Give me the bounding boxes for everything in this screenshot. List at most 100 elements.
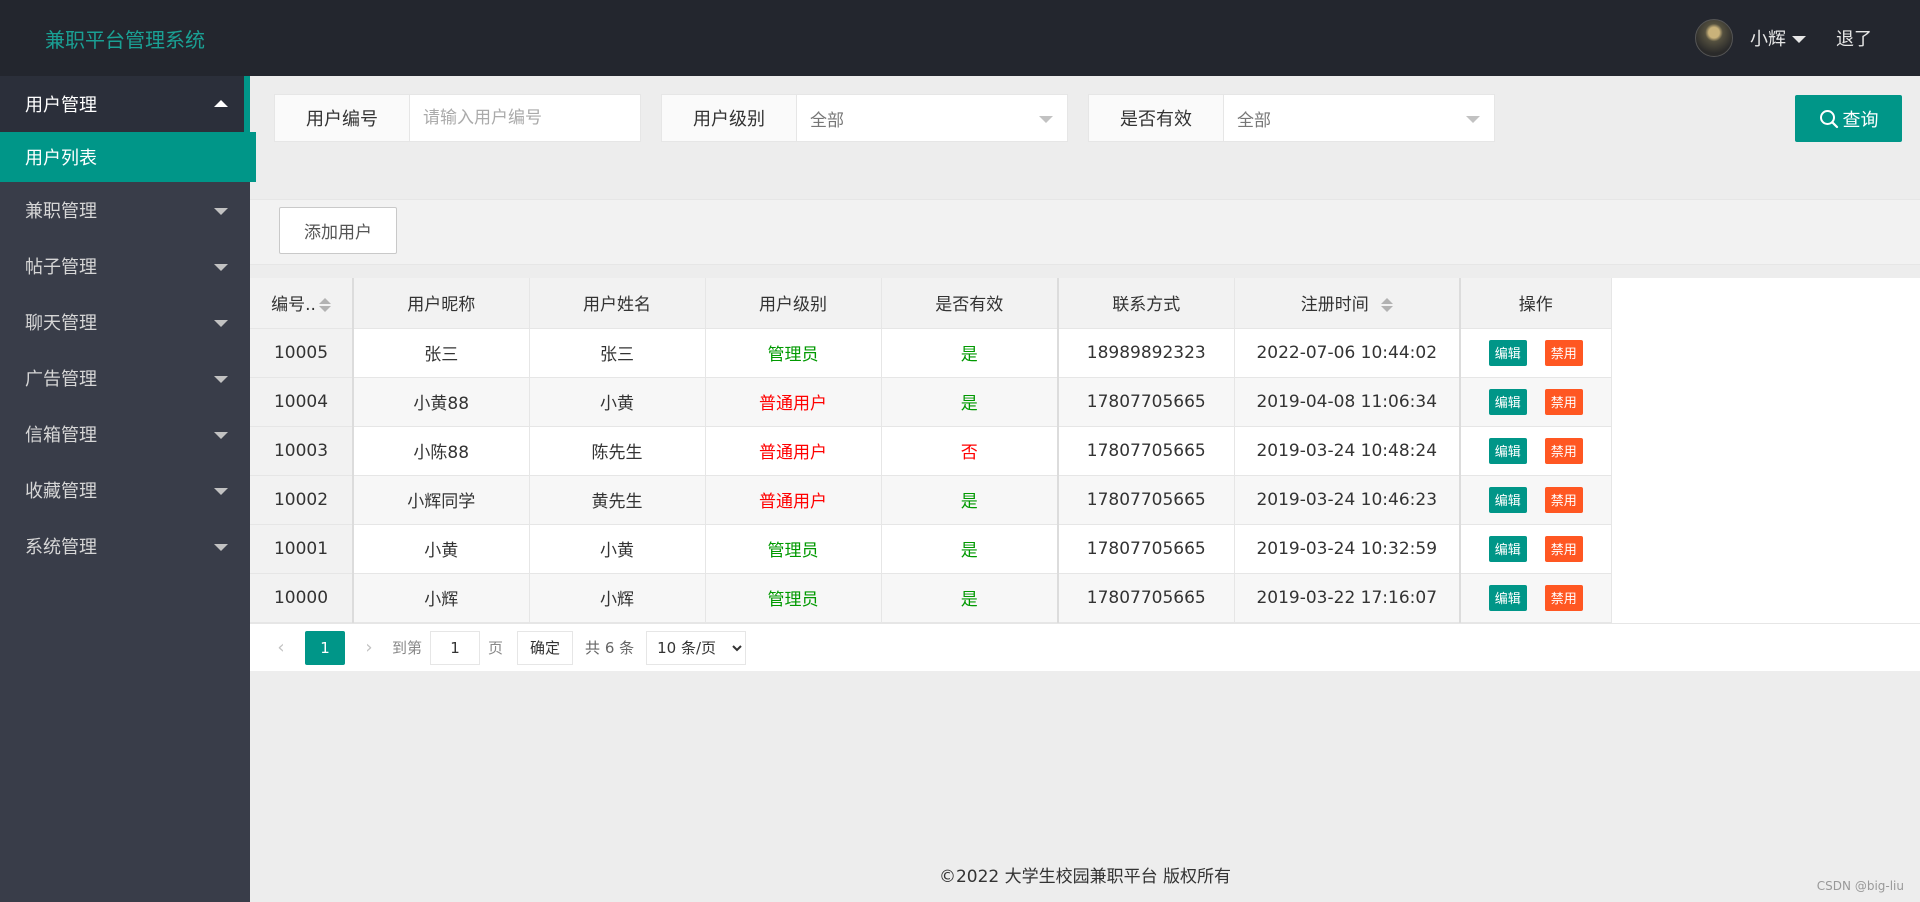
prev-page-icon[interactable]: ‹ (266, 633, 296, 663)
cell-phone: 17807705665 (1057, 377, 1235, 427)
user-table-container: 编号.. 用户昵称 用户姓名 用户级别 是否有效 联系方式 注册时间 操作 10… (250, 278, 1920, 671)
total-count: 共 6 条 (585, 639, 635, 657)
logout-link[interactable]: 退了 (1836, 25, 1872, 51)
column-header-actions: 操作 (1459, 278, 1612, 329)
ban-button[interactable]: 禁用 (1544, 339, 1583, 366)
ban-button[interactable]: 禁用 (1544, 388, 1583, 415)
column-header-valid: 是否有效 (881, 278, 1059, 329)
sidebar-item-post-management[interactable]: 帖子管理 (0, 238, 250, 294)
top-header: 兼职平台管理系统 小辉 退了 (0, 0, 1920, 76)
column-header-name: 用户姓名 (529, 278, 706, 329)
table-row: 10003 小陈88 陈先生 普通用户否 17807705665 2019-03-24 1… (250, 426, 1612, 476)
page-current[interactable]: 1 (305, 630, 345, 665)
edit-button[interactable]: 编辑 (1488, 584, 1527, 611)
cell-registered: 2022-07-06 10:44:02 (1234, 328, 1461, 378)
query-button-label: 查询 (1842, 109, 1879, 131)
cell-level: 普通用户 (705, 377, 882, 427)
ban-button[interactable]: 禁用 (1544, 535, 1583, 562)
user-id-field: 用户编号 (274, 94, 641, 142)
column-header-label: 联系方式 (1112, 295, 1181, 316)
edit-button[interactable]: 编辑 (1488, 388, 1527, 415)
cell-name: 小黄 (529, 524, 706, 574)
sidebar-item-favorites-management[interactable]: 收藏管理 (0, 462, 250, 518)
cell-valid: 否 (881, 426, 1059, 476)
cell-level: 普通用户 (705, 475, 882, 525)
cell-valid: 是 (881, 573, 1059, 623)
cell-level: 管理员 (705, 573, 882, 623)
cell-id: 10003 (250, 426, 354, 476)
valid-select[interactable]: 全部 (1224, 95, 1494, 141)
next-page-icon[interactable]: › (354, 633, 384, 663)
page-size-select[interactable]: 10 条/页20 条/页30 条/页40 条/页50 条/页 (646, 630, 747, 665)
chevron-down-icon (214, 264, 228, 271)
cell-actions: 编辑 禁用 (1459, 377, 1612, 427)
cell-name: 陈先生 (529, 426, 706, 476)
column-header-label: 用户昵称 (407, 295, 476, 316)
row-actions: 编辑 禁用 (1462, 437, 1610, 464)
column-header-id[interactable]: 编号.. (250, 278, 354, 329)
cell-phone: 17807705665 (1057, 573, 1235, 623)
sidebar-item-chat-management[interactable]: 聊天管理 (0, 294, 250, 350)
user-id-input[interactable] (410, 95, 640, 141)
table-row: 10002 小辉同学 黄先生 普通用户是 17807705665 2019-03-24 1… (250, 475, 1612, 525)
edit-button[interactable]: 编辑 (1488, 437, 1527, 464)
query-button[interactable]: 查询 (1795, 95, 1902, 142)
sidebar-item-system-management[interactable]: 系统管理 (0, 518, 250, 574)
cell-actions: 编辑 禁用 (1459, 426, 1612, 476)
edit-button[interactable]: 编辑 (1488, 339, 1527, 366)
table-row: 10000 小辉 小辉 管理员是 17807705665 2019-03-22 17:16… (250, 573, 1612, 623)
column-header-registered[interactable]: 注册时间 (1234, 278, 1461, 329)
pagination: ‹ 1 › 到第 页 确定 共 6 条 10 条/页20 条/页30 条/页40… (250, 623, 1920, 671)
row-actions: 编辑 禁用 (1462, 486, 1610, 513)
cell-registered: 2019-03-24 10:48:24 (1234, 426, 1461, 476)
sidebar-item-label: 帖子管理 (25, 257, 97, 278)
chevron-down-icon (214, 488, 228, 495)
user-menu[interactable]: 小辉 (1750, 25, 1806, 51)
sidebar-subitem-user-list[interactable]: 用户列表 (0, 132, 256, 182)
cell-registered: 2019-03-22 17:16:07 (1234, 573, 1461, 623)
edit-button[interactable]: 编辑 (1488, 486, 1527, 513)
sort-icon[interactable] (318, 298, 331, 313)
goto-page-input[interactable] (430, 630, 481, 665)
valid-value: 全部 (1237, 110, 1271, 131)
chevron-down-icon (1792, 36, 1806, 43)
cell-registered: 2019-03-24 10:46:23 (1234, 475, 1461, 525)
sidebar: 用户管理 用户列表 兼职管理 帖子管理 聊天管理 广告管理 信箱管理 收藏管理 … (0, 76, 256, 902)
cell-id: 10004 (250, 377, 354, 427)
cell-name: 张三 (529, 328, 706, 378)
user-level-select[interactable]: 全部 (797, 95, 1067, 141)
cell-nickname: 小辉同学 (353, 475, 530, 525)
chevron-down-icon (1039, 116, 1053, 123)
cell-nickname: 小辉 (353, 573, 530, 623)
sidebar-item-job-management[interactable]: 兼职管理 (0, 182, 250, 238)
add-user-button[interactable]: 添加用户 (279, 207, 397, 254)
table-row: 10001 小黄 小黄 管理员是 17807705665 2019-03-24 10:32… (250, 524, 1612, 574)
ban-button[interactable]: 禁用 (1544, 437, 1583, 464)
chevron-down-icon (214, 376, 228, 383)
user-id-label: 用户编号 (275, 95, 410, 141)
sort-icon[interactable] (1380, 298, 1393, 313)
table-toolbar: 添加用户 (250, 199, 1920, 265)
sidebar-item-user-management[interactable]: 用户管理 (0, 76, 250, 132)
goto-confirm-button[interactable]: 确定 (517, 630, 574, 665)
user-avatar[interactable] (1695, 19, 1733, 57)
column-header-level: 用户级别 (705, 278, 882, 329)
cell-nickname: 小黄 (353, 524, 530, 574)
column-header-label: 是否有效 (935, 295, 1004, 316)
ban-button[interactable]: 禁用 (1544, 584, 1583, 611)
cell-valid: 是 (881, 475, 1059, 525)
user-area: 小辉 退了 (1695, 0, 1920, 76)
column-header-label: 用户姓名 (583, 295, 651, 316)
sidebar-item-label: 信箱管理 (25, 425, 97, 446)
column-header-label: 编号.. (271, 295, 316, 316)
sidebar-item-ad-management[interactable]: 广告管理 (0, 350, 250, 406)
ban-button[interactable]: 禁用 (1544, 486, 1583, 513)
cell-id: 10000 (250, 573, 354, 623)
cell-level: 管理员 (705, 328, 882, 378)
sidebar-item-mailbox-management[interactable]: 信箱管理 (0, 406, 250, 462)
goto-prefix: 到第 (392, 639, 423, 657)
cell-valid: 是 (881, 524, 1059, 574)
edit-button[interactable]: 编辑 (1488, 535, 1527, 562)
cell-actions: 编辑 禁用 (1459, 573, 1612, 623)
cell-actions: 编辑 禁用 (1459, 475, 1612, 525)
